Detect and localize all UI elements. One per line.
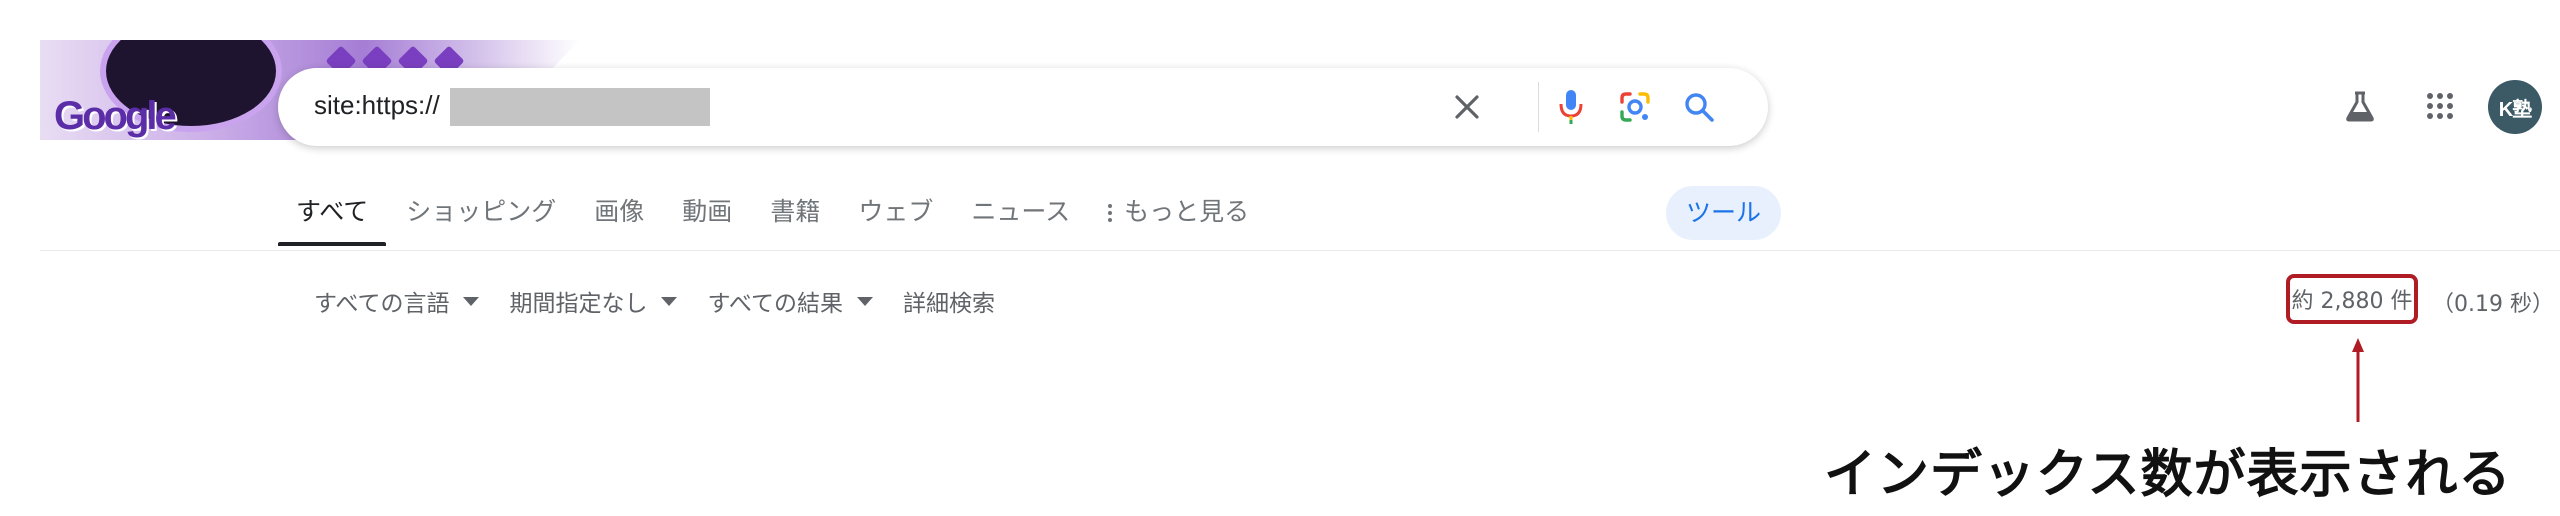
tab-all[interactable]: すべて bbox=[277, 190, 387, 246]
annotation-caption: インデックス数が表示される bbox=[1824, 445, 2512, 505]
search-tabs: すべて ショッピング 画像 動画 書籍 ウェブ ニュース もっと見る bbox=[277, 190, 1287, 246]
advanced-search-link[interactable]: 詳細検索 bbox=[903, 284, 995, 318]
filter-language-label: すべての言語 bbox=[314, 291, 450, 317]
tab-more-label: もっと見る bbox=[1124, 197, 1250, 226]
search-divider bbox=[1538, 82, 1539, 132]
caret-down-icon bbox=[856, 296, 873, 306]
search-query-text[interactable]: site:https:// bbox=[314, 90, 440, 121]
tools-button[interactable]: ツール bbox=[1666, 186, 1782, 240]
caret-down-icon bbox=[463, 296, 480, 306]
result-count: 約 2,880 件 bbox=[2291, 289, 2413, 314]
search-icon[interactable] bbox=[1678, 86, 1720, 128]
mic-icon[interactable] bbox=[1550, 86, 1592, 128]
caret-down-icon bbox=[661, 296, 678, 306]
avatar[interactable]: K塾 bbox=[2488, 80, 2542, 134]
tab-videos[interactable]: 動画 bbox=[682, 190, 732, 246]
apps-grid-icon[interactable] bbox=[2416, 82, 2464, 130]
search-box[interactable]: site:https:// bbox=[278, 68, 1768, 146]
filter-language[interactable]: すべての言語 bbox=[314, 284, 480, 318]
tab-images[interactable]: 画像 bbox=[594, 190, 644, 246]
search-tools-bar: すべての言語 期間指定なし すべての結果 詳細検索 bbox=[314, 284, 1025, 318]
more-vert-icon bbox=[1108, 201, 1113, 225]
redacted-url bbox=[450, 88, 710, 126]
tab-books[interactable]: 書籍 bbox=[770, 190, 820, 246]
tab-news[interactable]: ニュース bbox=[971, 190, 1070, 246]
annotation-arrow-icon bbox=[2352, 338, 2364, 422]
tab-web[interactable]: ウェブ bbox=[858, 190, 933, 246]
camera-lens-icon[interactable] bbox=[1614, 86, 1656, 128]
filter-period-label: 期間指定なし bbox=[509, 291, 648, 317]
tabs-divider bbox=[40, 250, 2560, 251]
result-time: （0.19 秒） bbox=[2432, 292, 2554, 317]
close-icon[interactable] bbox=[1446, 86, 1488, 128]
flask-icon[interactable] bbox=[2336, 82, 2384, 130]
tab-shopping[interactable]: ショッピング bbox=[406, 190, 556, 246]
tab-more[interactable]: もっと見る bbox=[1108, 190, 1249, 246]
logo-wordmark: Google bbox=[54, 94, 177, 138]
filter-period[interactable]: 期間指定なし bbox=[509, 284, 678, 318]
result-count-highlight: 約 2,880 件 bbox=[2286, 274, 2418, 324]
filter-results[interactable]: すべての結果 bbox=[707, 284, 873, 318]
filter-results-label: すべての結果 bbox=[707, 291, 843, 317]
